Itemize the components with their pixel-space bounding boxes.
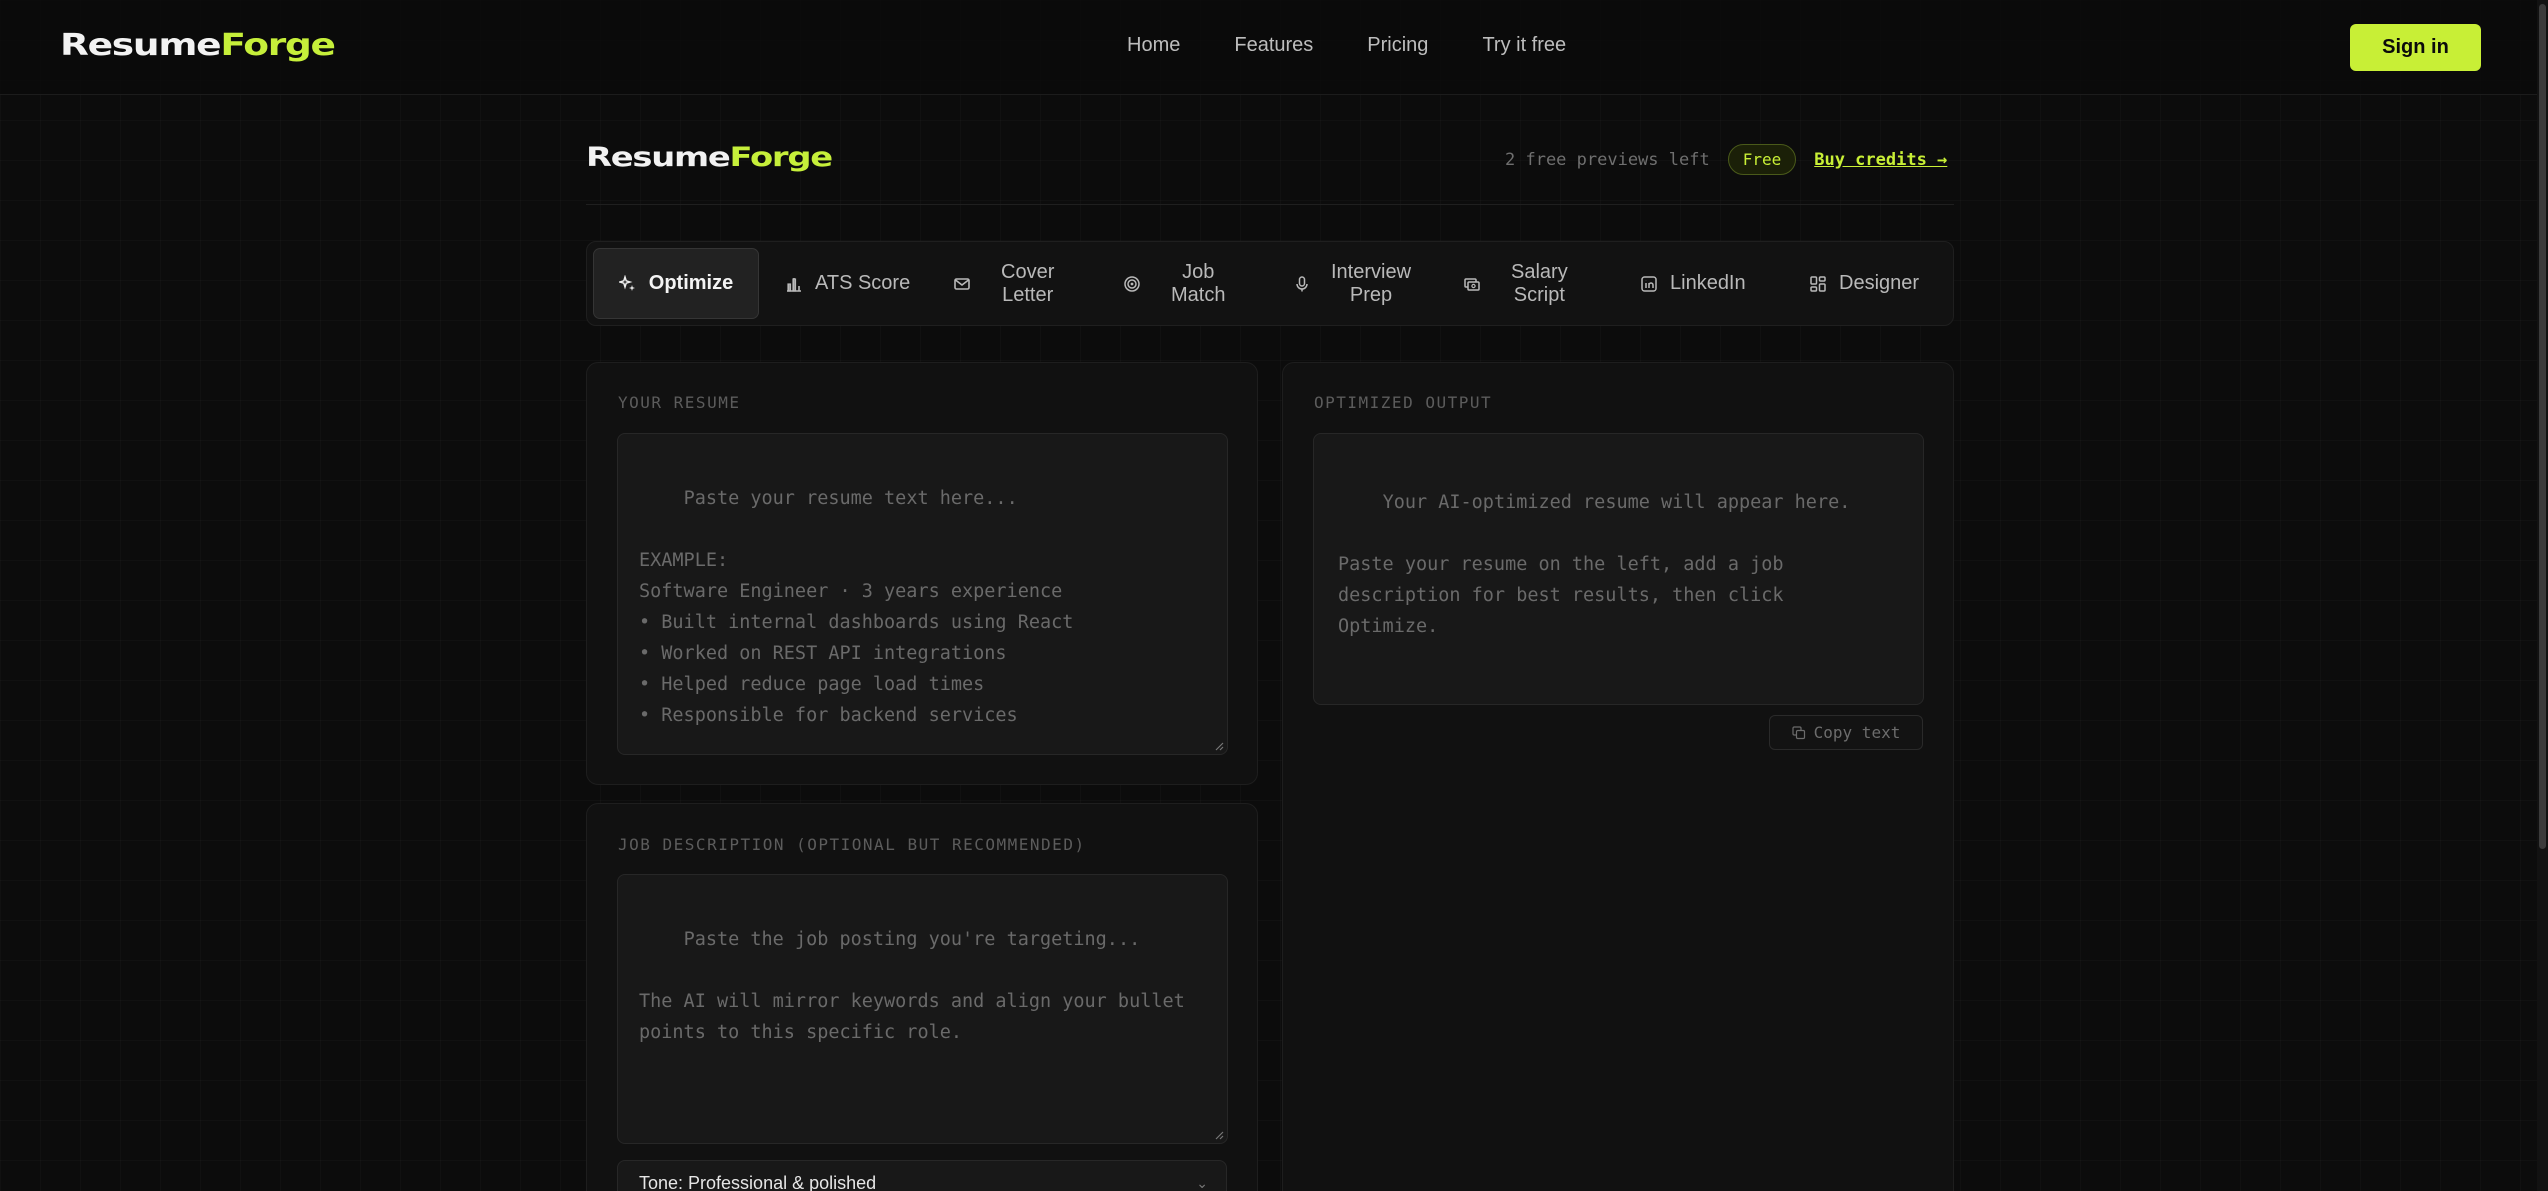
tab-label: LinkedIn <box>1670 272 1746 294</box>
optimized-output: Your AI-optimized resume will appear her… <box>1313 433 1924 705</box>
nav-link-home[interactable]: Home <box>1127 34 1180 57</box>
resume-input-placeholder: Paste your resume text here... EXAMPLE: … <box>639 488 1074 726</box>
optimized-output-placeholder: Your AI-optimized resume will appear her… <box>1338 492 1851 637</box>
tab-job-match[interactable]: Job Match <box>1123 248 1225 319</box>
sign-in-button[interactable]: Sign in <box>2350 24 2481 71</box>
credits-bar: 2 free previews left Free Buy credits → <box>1505 144 1947 175</box>
output-panel-label: OPTIMIZED OUTPUT <box>1314 393 1493 412</box>
job-description-input[interactable]: Paste the job posting you're targeting..… <box>617 874 1228 1144</box>
logo-text-forge: Forge <box>220 28 336 63</box>
copy-text-button[interactable]: Copy text <box>1769 715 1923 750</box>
resize-handle-icon[interactable] <box>1214 741 1224 751</box>
page-scrollbar-thumb[interactable] <box>2539 4 2546 849</box>
top-navbar: ResumeForge Home Features Pricing Try it… <box>0 0 2548 95</box>
chevron-down-icon: ⌄ <box>1196 1175 1208 1191</box>
buy-credits-link[interactable]: Buy credits → <box>1814 150 1947 170</box>
copy-text-label: Copy text <box>1813 723 1901 742</box>
tab-label: Salary Script <box>1511 260 1568 306</box>
nav-link-try-free[interactable]: Try it free <box>1482 34 1566 57</box>
tab-optimize[interactable]: Optimize <box>593 248 759 319</box>
tab-salary-script[interactable]: Salary Script <box>1463 248 1568 319</box>
job-description-placeholder: Paste the job posting you're targeting..… <box>639 929 1185 1043</box>
resize-handle-icon[interactable] <box>1214 1130 1224 1140</box>
tab-cover-letter[interactable]: Cover Letter <box>953 248 1054 319</box>
tone-select[interactable]: Tone: Professional & polished ⌄ <box>617 1160 1227 1191</box>
resume-panel: YOUR RESUME Paste your resume text here.… <box>586 362 1258 785</box>
tab-label: Interview Prep <box>1331 260 1412 306</box>
resume-panel-label: YOUR RESUME <box>618 393 741 412</box>
app-logo: ResumeForge <box>586 142 834 173</box>
linkedin-icon <box>1641 275 1657 292</box>
logo-text-resume: Resume <box>60 28 222 63</box>
app-logo-text-forge: Forge <box>729 142 834 173</box>
job-description-label: JOB DESCRIPTION (OPTIONAL BUT RECOMMENDE… <box>618 835 1086 854</box>
nav-link-pricing[interactable]: Pricing <box>1367 34 1428 57</box>
job-description-panel: JOB DESCRIPTION (OPTIONAL BUT RECOMMENDE… <box>586 803 1258 1191</box>
tab-label: Optimize <box>648 272 734 294</box>
tab-label: ATS Score <box>815 272 911 294</box>
money-icon <box>1464 277 1480 291</box>
sparkles-icon <box>618 274 635 291</box>
copy-icon <box>1792 725 1805 739</box>
tab-label: Designer <box>1839 272 1920 294</box>
layout-icon <box>1810 275 1826 292</box>
app-logo-text-resume: Resume <box>586 142 731 173</box>
tab-label: Job Match <box>1171 260 1226 306</box>
tone-select-value: Tone: Professional & polished <box>639 1173 877 1191</box>
tab-ats-score[interactable]: ATS Score <box>785 248 910 319</box>
nav-links: Home Features Pricing Try it free <box>1127 34 1566 57</box>
tab-linkedin[interactable]: LinkedIn <box>1640 248 1746 319</box>
resume-input[interactable]: Paste your resume text here... EXAMPLE: … <box>617 433 1228 755</box>
microphone-icon <box>1296 275 1308 291</box>
tab-designer[interactable]: Designer <box>1809 248 1919 319</box>
target-icon <box>1124 275 1140 292</box>
output-panel: OPTIMIZED OUTPUT Your AI-optimized resum… <box>1282 362 1954 1191</box>
header-divider <box>586 204 1954 205</box>
plan-badge: Free <box>1727 144 1797 175</box>
nav-link-features[interactable]: Features <box>1234 34 1313 57</box>
free-previews-text: 2 free previews left <box>1505 149 1710 170</box>
brand-logo[interactable]: ResumeForge <box>60 28 336 63</box>
tab-interview-prep[interactable]: Interview Prep <box>1293 248 1411 319</box>
mail-icon <box>954 277 970 290</box>
tool-tabs: Optimize ATS Score Cover Letter Job Matc… <box>586 241 1954 326</box>
bar-chart-icon <box>787 277 801 292</box>
tab-label: Cover Letter <box>1001 260 1055 306</box>
